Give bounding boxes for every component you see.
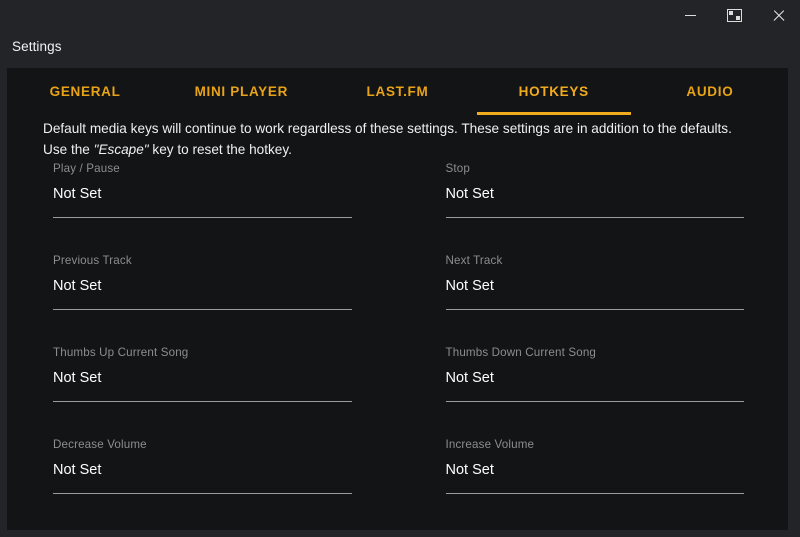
minimize-button[interactable] <box>668 0 712 30</box>
close-icon <box>772 9 785 22</box>
hotkey-value[interactable]: Not Set <box>53 277 352 295</box>
tab-label: LAST.FM <box>366 84 429 99</box>
title-bar: Settings <box>0 0 800 68</box>
tab-active-indicator <box>476 112 631 115</box>
page-title: Settings <box>12 39 62 54</box>
hotkey-label: Next Track <box>445 254 503 267</box>
tab-label: GENERAL <box>49 84 121 99</box>
hotkeys-description: Default media keys will continue to work… <box>43 118 755 160</box>
hotkey-underline <box>445 309 744 310</box>
hotkey-label: Decrease Volume <box>53 438 147 451</box>
tab-label: HOTKEYS <box>518 84 589 99</box>
hotkey-value[interactable]: Not Set <box>446 185 745 203</box>
hotkey-label: Thumbs Down Current Song <box>445 346 597 359</box>
description-part-2: key to reset the hotkey. <box>148 142 292 157</box>
tab-general[interactable]: GENERAL <box>7 68 163 115</box>
hotkey-underline <box>53 493 352 494</box>
hotkey-value[interactable]: Not Set <box>53 185 352 203</box>
hotkey-field-previous-track[interactable]: Previous Track Not Set <box>7 254 398 346</box>
hotkey-field-increase-volume[interactable]: Increase Volume Not Set <box>398 438 789 530</box>
tab-hotkeys[interactable]: HOTKEYS <box>476 68 632 115</box>
tab-label: AUDIO <box>686 84 734 99</box>
hotkey-underline <box>445 401 744 402</box>
tab-audio[interactable]: AUDIO <box>632 68 788 115</box>
hotkey-value[interactable]: Not Set <box>446 369 745 387</box>
hotkey-value[interactable]: Not Set <box>53 461 352 479</box>
hotkey-field-decrease-volume[interactable]: Decrease Volume Not Set <box>7 438 398 530</box>
hotkey-value[interactable]: Not Set <box>446 461 745 479</box>
settings-window: Settings GENERAL MINI PLAYER LAST.FM HOT… <box>0 0 800 537</box>
hotkey-field-thumbs-down[interactable]: Thumbs Down Current Song Not Set <box>398 346 789 438</box>
hotkey-value[interactable]: Not Set <box>53 369 352 387</box>
hotkey-underline <box>445 217 744 218</box>
hotkey-label: Increase Volume <box>445 438 535 451</box>
hotkey-label: Play / Pause <box>53 162 120 175</box>
hotkey-field-stop[interactable]: Stop Not Set <box>398 162 789 254</box>
settings-panel: GENERAL MINI PLAYER LAST.FM HOTKEYS AUDI… <box>7 68 788 530</box>
hotkey-field-thumbs-up[interactable]: Thumbs Up Current Song Not Set <box>7 346 398 438</box>
hotkey-underline <box>53 401 352 402</box>
hotkey-underline <box>445 493 744 494</box>
hotkey-grid: Play / Pause Not Set Stop Not Set Previo… <box>7 162 788 530</box>
tab-label: MINI PLAYER <box>194 84 289 99</box>
minimize-icon <box>684 14 696 16</box>
window-controls <box>668 0 800 30</box>
tab-mini-player[interactable]: MINI PLAYER <box>163 68 319 115</box>
hotkey-field-next-track[interactable]: Next Track Not Set <box>398 254 789 346</box>
tab-lastfm[interactable]: LAST.FM <box>319 68 475 115</box>
hotkey-underline <box>53 217 352 218</box>
hotkey-field-play-pause[interactable]: Play / Pause Not Set <box>7 162 398 254</box>
hotkey-value[interactable]: Not Set <box>446 277 745 295</box>
restore-button[interactable] <box>712 0 756 30</box>
close-button[interactable] <box>756 0 800 30</box>
hotkey-label: Previous Track <box>53 254 132 267</box>
hotkey-label: Stop <box>445 162 470 175</box>
hotkey-label: Thumbs Up Current Song <box>53 346 189 359</box>
escape-key-mention: "Escape" <box>93 142 149 157</box>
restore-window-icon <box>726 8 742 22</box>
hotkey-underline <box>53 309 352 310</box>
settings-tabbar: GENERAL MINI PLAYER LAST.FM HOTKEYS AUDI… <box>7 68 788 115</box>
